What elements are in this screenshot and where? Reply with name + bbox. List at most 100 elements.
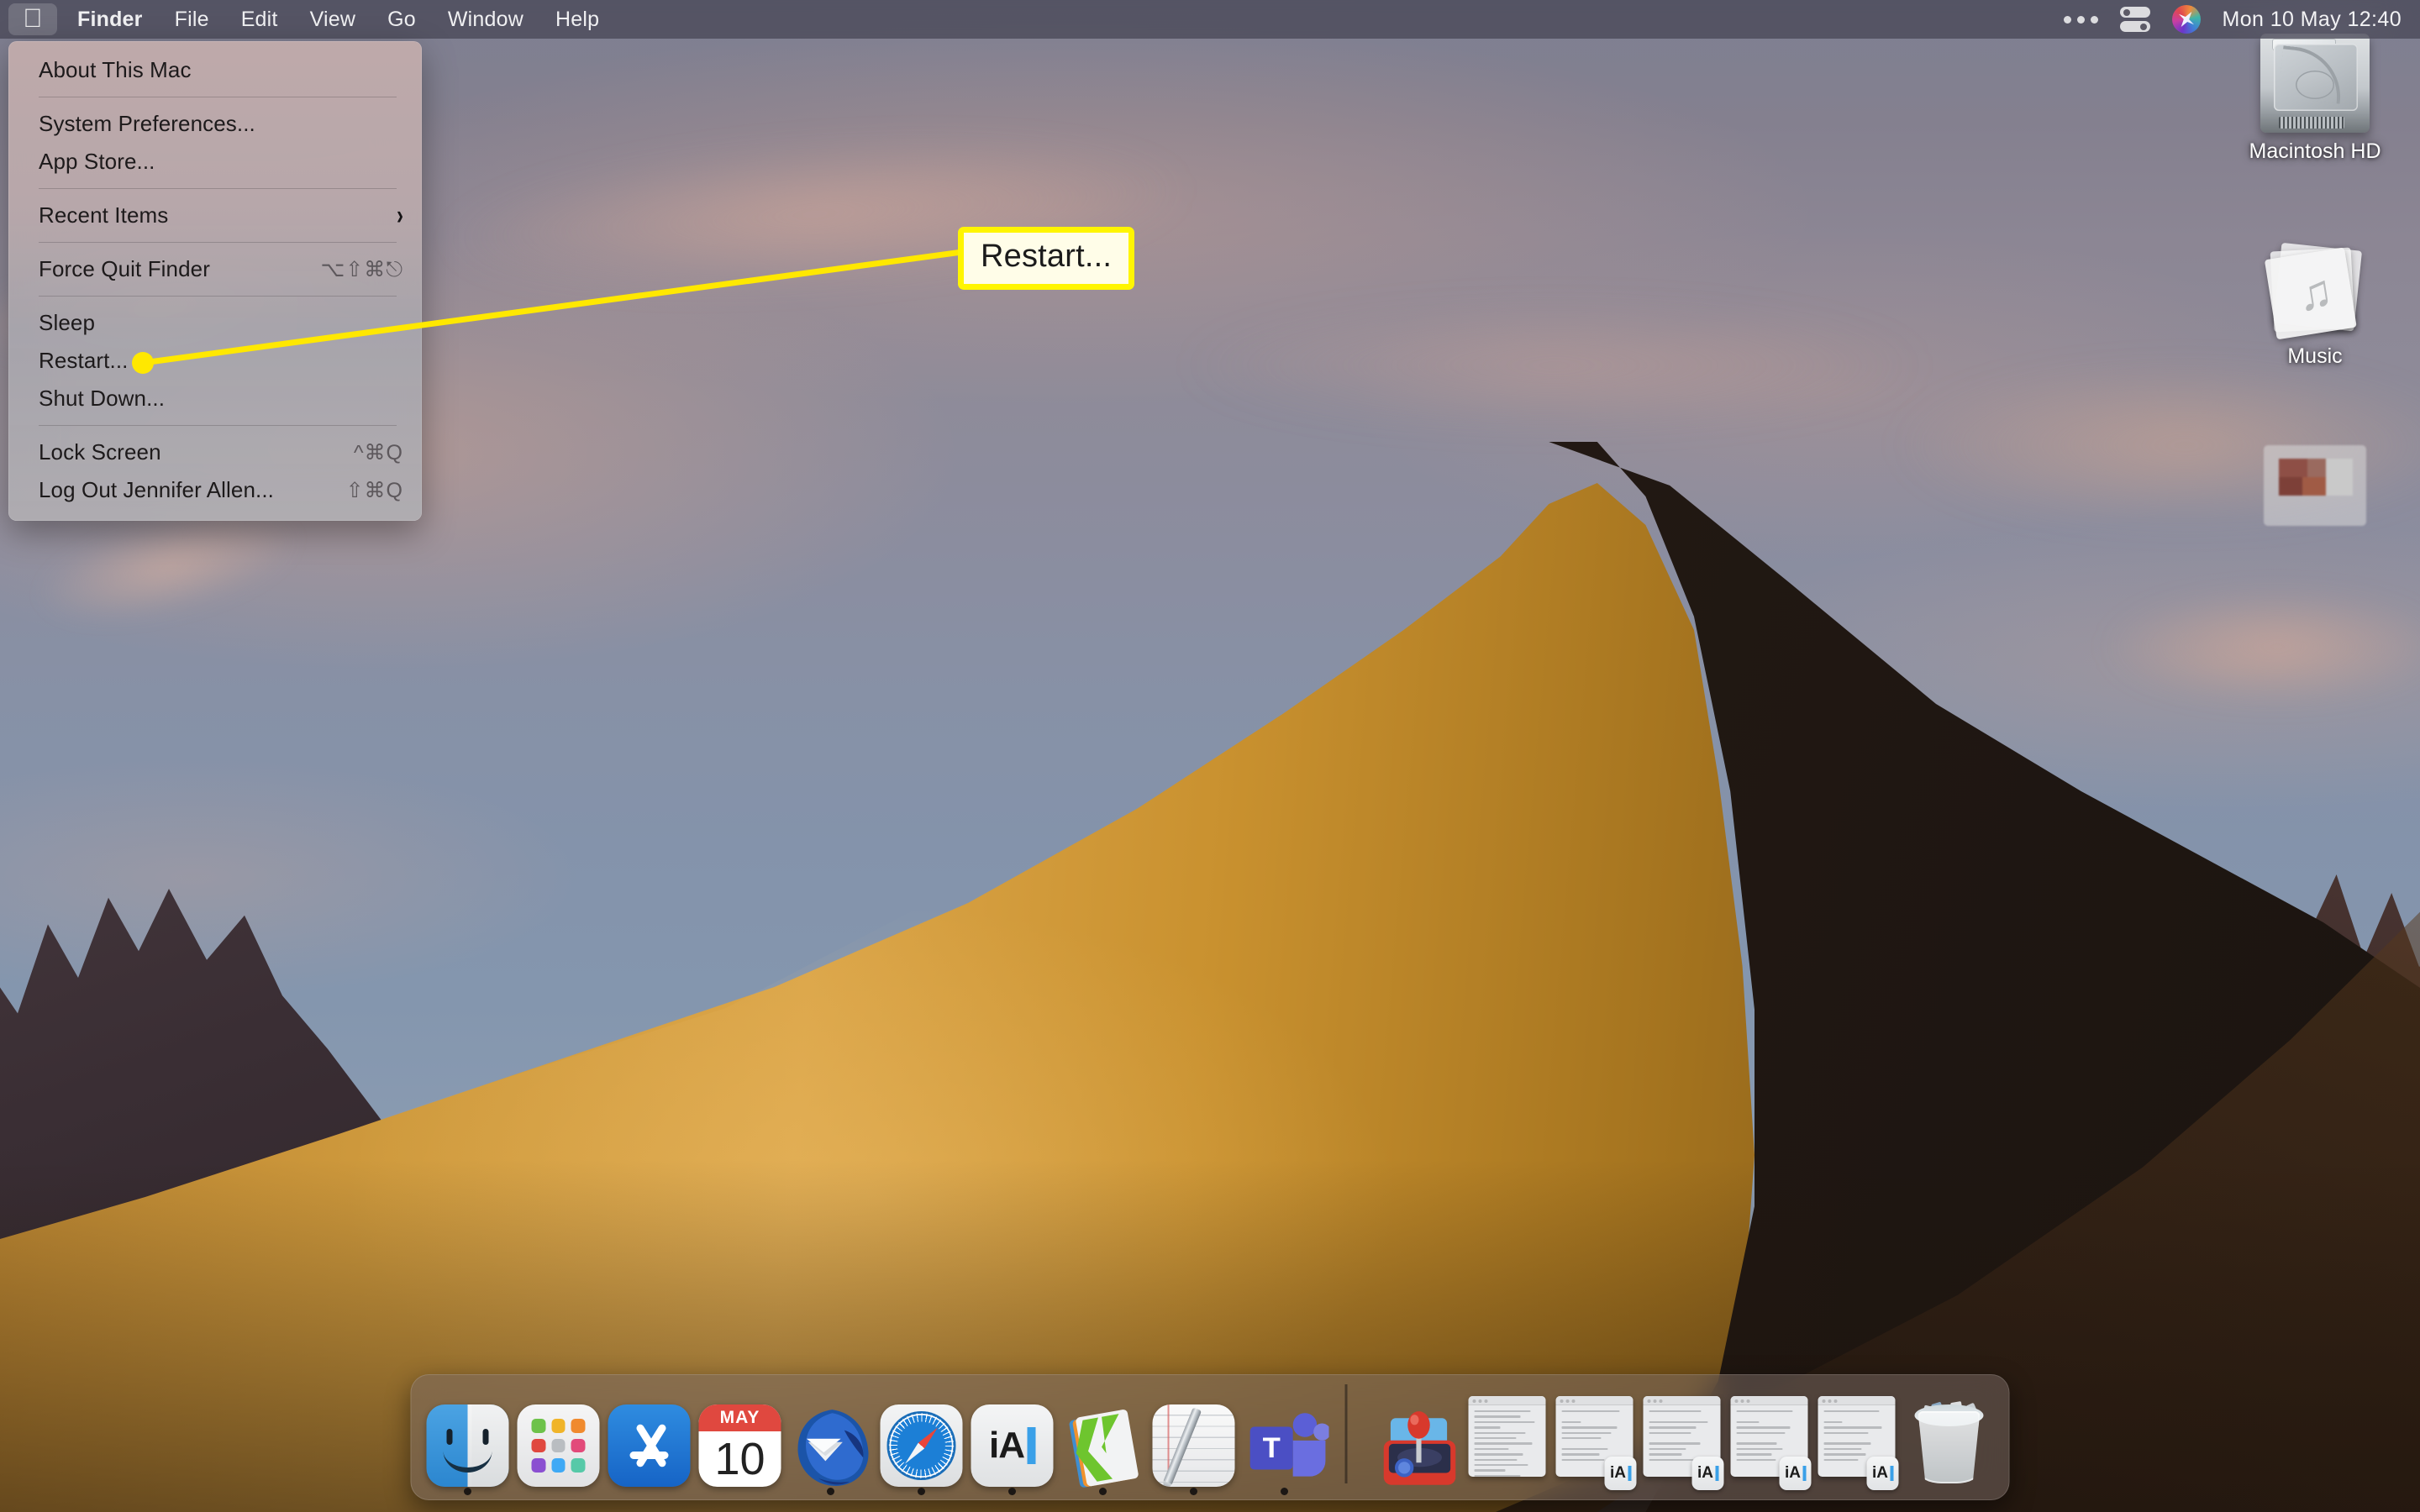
finder-icon: [426, 1404, 509, 1487]
ellipsis-icon[interactable]: [2063, 15, 2098, 24]
menu-item-label: Recent Items: [39, 202, 169, 228]
running-indicator: [1008, 1488, 1016, 1495]
menu-item-shortcut: ⌥⇧⌘⎋: [320, 257, 403, 281]
thunderbird-icon: [790, 1404, 872, 1487]
dock-minimized-ia-doc-2[interactable]: iA: [1639, 1376, 1726, 1490]
wallpaper-cloud: [2101, 588, 2420, 706]
menu-separator: [39, 242, 397, 243]
menu-item-label: Shut Down...: [39, 386, 166, 411]
dock-item-notes[interactable]: [1149, 1376, 1239, 1495]
siri-icon[interactable]: [2171, 5, 2201, 34]
blurred-file-icon: [2260, 445, 2370, 538]
dock-item-ia-writer[interactable]: iA: [967, 1376, 1058, 1495]
trash-full-icon: [1908, 1399, 1991, 1487]
desktop-icon-label: Music: [2287, 344, 2343, 368]
menu-item-recent-items[interactable]: Recent Items ›: [8, 197, 422, 234]
ia-writer-document-window: iA: [1555, 1396, 1637, 1490]
menu-bar-item-go[interactable]: Go: [371, 0, 432, 39]
ia-writer-badge: iA: [1604, 1457, 1637, 1490]
joystick-icon: [1372, 1404, 1456, 1487]
menu-item-label: Force Quit Finder: [39, 256, 210, 281]
menu-separator: [39, 425, 397, 426]
desktop-icon-music[interactable]: ♫ Music: [2218, 242, 2412, 369]
menu-bar-app-menus[interactable]:  Finder File Edit View Go Window Help: [0, 0, 615, 39]
calendar-month: MAY: [698, 1404, 781, 1431]
menu-bar-item-window[interactable]: Window: [432, 0, 539, 39]
running-indicator: [1190, 1488, 1197, 1495]
menu-bar-item-file[interactable]: File: [159, 0, 225, 39]
dock-item-app-store[interactable]: [604, 1376, 695, 1487]
dock[interactable]: MAY 10 iA T iA iA iA iA: [410, 1374, 2010, 1500]
dock-item-microsoft-teams[interactable]: T: [1239, 1376, 1331, 1495]
menu-item-restart[interactable]: Restart...: [8, 342, 422, 380]
menu-item-shortcut: ⇧⌘Q: [345, 478, 403, 502]
menu-item-label: App Store...: [39, 149, 155, 174]
menu-item-label: Log Out Jennifer Allen...: [39, 477, 275, 502]
menu-item-about-this-mac[interactable]: About This Mac: [8, 51, 422, 89]
ia-writer-badge: iA: [1779, 1457, 1812, 1490]
menu-item-force-quit-finder[interactable]: Force Quit Finder ⌥⇧⌘⎋: [8, 250, 422, 288]
menu-item-shut-down[interactable]: Shut Down...: [8, 380, 422, 417]
menu-item-shortcut: ^⌘Q: [353, 440, 403, 465]
dock-minimized-emulator[interactable]: [1363, 1376, 1464, 1487]
dock-item-trash[interactable]: [1901, 1376, 1998, 1487]
running-indicator: [1099, 1488, 1107, 1495]
text-document-window: [1468, 1396, 1546, 1487]
control-center-icon[interactable]: [2119, 7, 2150, 32]
menu-item-sleep[interactable]: Sleep: [8, 304, 422, 342]
microsoft-teams-icon: T: [1244, 1404, 1331, 1487]
ia-writer-document-window: iA: [1643, 1396, 1724, 1490]
dock-minimized-ia-doc-4[interactable]: iA: [1813, 1376, 1901, 1490]
desktop-icon-macintosh-hd[interactable]: Macintosh HD: [2218, 34, 2412, 164]
ia-writer-badge: iA: [1691, 1457, 1724, 1490]
apple-menu-button[interactable]: : [8, 3, 57, 35]
kite-icon: [1062, 1404, 1144, 1488]
dock-minimized-ia-doc-3[interactable]: iA: [1726, 1376, 1813, 1490]
apple-logo-icon: : [23, 5, 42, 31]
ia-writer-glyph: iA: [989, 1425, 1025, 1466]
menu-item-label: System Preferences...: [39, 111, 255, 136]
app-store-icon: [608, 1404, 691, 1487]
desktop-icon-blurred[interactable]: [2218, 445, 2412, 538]
running-indicator: [918, 1488, 925, 1495]
menu-item-label: About This Mac: [39, 57, 192, 82]
calendar-icon: MAY 10: [698, 1404, 781, 1487]
notes-icon: [1152, 1404, 1235, 1487]
menu-bar-item-edit[interactable]: Edit: [225, 0, 294, 39]
menu-bar-clock[interactable]: Mon 10 May 12:40: [2223, 8, 2402, 32]
running-indicator: [464, 1488, 471, 1495]
menu-separator: [39, 188, 397, 189]
menu-bar-item-help[interactable]: Help: [539, 0, 615, 39]
safari-icon: [880, 1404, 963, 1487]
ia-writer-document-window: iA: [1818, 1396, 1899, 1490]
dock-item-calendar[interactable]: MAY 10: [695, 1376, 786, 1487]
menu-item-label: Sleep: [39, 310, 95, 335]
apple-menu-dropdown[interactable]: About This Mac System Preferences... App…: [8, 41, 422, 521]
dock-divider: [1344, 1384, 1348, 1483]
menu-item-label: Restart...: [39, 348, 129, 373]
menu-item-log-out[interactable]: Log Out Jennifer Allen... ⇧⌘Q: [8, 471, 422, 509]
dock-item-safari[interactable]: [876, 1376, 967, 1495]
dock-item-finder[interactable]: [423, 1376, 513, 1495]
menu-item-system-preferences[interactable]: System Preferences...: [8, 105, 422, 143]
ia-writer-icon: iA: [971, 1404, 1054, 1487]
menu-bar[interactable]:  Finder File Edit View Go Window Help M…: [0, 0, 2420, 39]
callout-text: Restart...: [981, 239, 1113, 274]
menu-item-app-store[interactable]: App Store...: [8, 143, 422, 181]
menu-item-label: Lock Screen: [39, 439, 161, 465]
dock-item-thunderbird[interactable]: [786, 1376, 876, 1495]
dock-minimized-textedit[interactable]: [1464, 1376, 1551, 1487]
calendar-day: 10: [714, 1434, 765, 1484]
menu-bar-item-view[interactable]: View: [294, 0, 372, 39]
launchpad-icon: [517, 1404, 600, 1487]
dock-item-kite[interactable]: [1058, 1376, 1149, 1495]
dock-item-launchpad[interactable]: [513, 1376, 604, 1487]
wallpaper-cloud: [1176, 302, 1933, 428]
menu-bar-status-items[interactable]: Mon 10 May 12:40: [2063, 0, 2420, 39]
menu-bar-item-finder[interactable]: Finder: [57, 0, 159, 39]
menu-item-lock-screen[interactable]: Lock Screen ^⌘Q: [8, 433, 422, 471]
dock-minimized-ia-doc-1[interactable]: iA: [1551, 1376, 1639, 1490]
chevron-right-icon: ›: [397, 199, 403, 231]
desktop-icon-label: Macintosh HD: [2249, 139, 2381, 163]
menu-separator: [39, 296, 397, 297]
